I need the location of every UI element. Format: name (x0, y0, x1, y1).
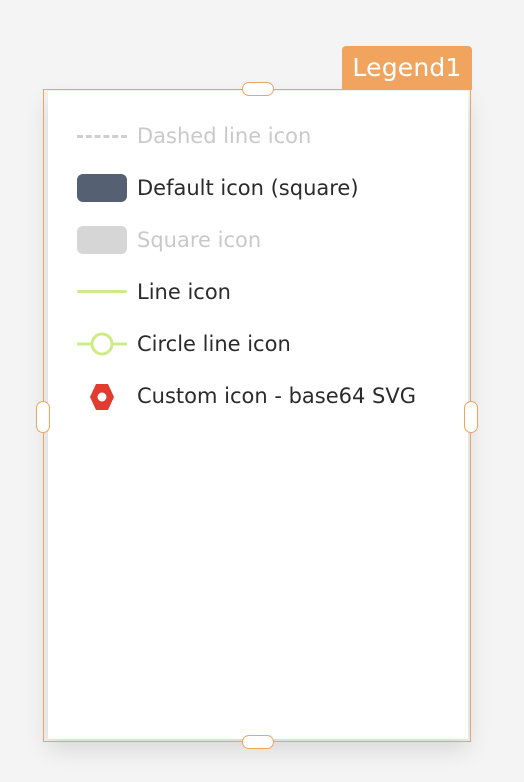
resize-handle-left[interactable] (36, 401, 50, 433)
circle-line-icon (77, 330, 127, 358)
legend-item-label: Default icon (square) (137, 176, 359, 200)
resize-handle-right[interactable] (464, 401, 478, 433)
square-icon (77, 174, 127, 202)
legend-item-default-square[interactable]: Default icon (square) (77, 162, 457, 214)
legend-item-dashed-line[interactable]: Dashed line icon (77, 110, 457, 162)
dashed-line-icon (77, 122, 127, 150)
legend-item-label: Line icon (137, 280, 231, 304)
square-icon (77, 226, 127, 254)
legend-item-label: Dashed line icon (137, 124, 312, 148)
resize-handle-top[interactable] (242, 82, 274, 96)
line-icon (77, 278, 127, 306)
legend-item-label: Square icon (137, 228, 262, 252)
resize-handle-bottom[interactable] (242, 735, 274, 749)
component-name-tag[interactable]: Legend1 (342, 46, 472, 90)
legend-list: Dashed line icon Default icon (square) S… (77, 110, 457, 422)
legend-item-circle-line[interactable]: Circle line icon (77, 318, 457, 370)
legend-item-label: Circle line icon (137, 332, 291, 356)
legend-item-label: Custom icon - base64 SVG (137, 384, 417, 408)
hex-nut-icon (77, 382, 127, 410)
legend-item-custom-svg[interactable]: Custom icon - base64 SVG (77, 370, 457, 422)
legend-item-line[interactable]: Line icon (77, 266, 457, 318)
legend-item-square[interactable]: Square icon (77, 214, 457, 266)
design-canvas: Legend1 Dashed line icon Default icon (s… (0, 0, 524, 782)
